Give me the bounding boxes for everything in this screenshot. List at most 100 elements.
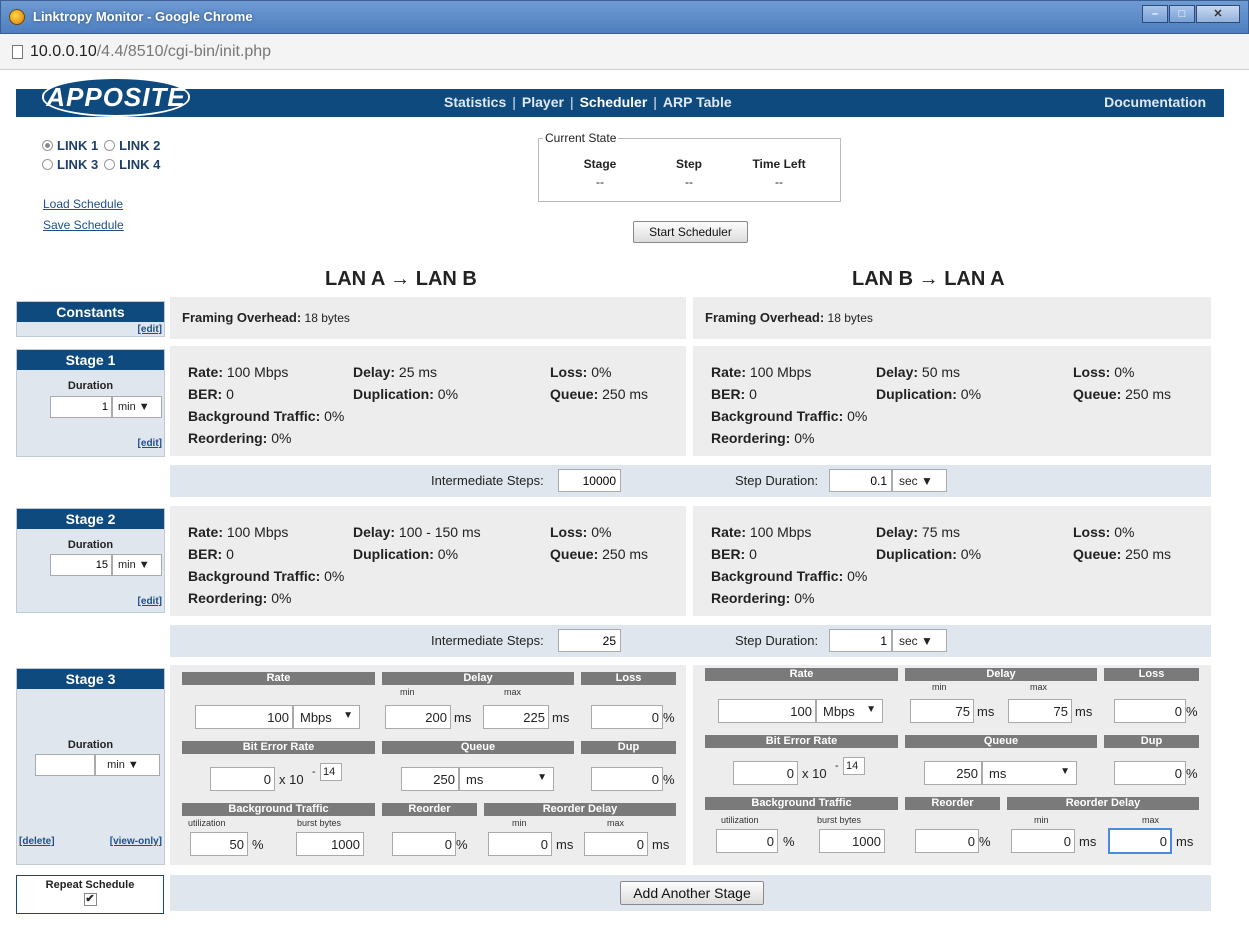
- ba-bg-utilization-input[interactable]: 0: [716, 829, 778, 853]
- stage2-panel-ab: Rate: 100 Mbps Delay: 100 - 150 ms Loss:…: [170, 506, 686, 616]
- ab-dup-input[interactable]: 0: [591, 767, 663, 791]
- constants-sidebar: Constants [edit]: [16, 301, 165, 337]
- stage1-panel-ba: Rate: 100 Mbps Delay: 50 ms Loss: 0% BER…: [693, 346, 1211, 456]
- stage2-title: Stage 2: [17, 509, 164, 529]
- nav-statistics[interactable]: Statistics: [444, 94, 506, 110]
- stage2-edit-link[interactable]: [edit]: [138, 596, 162, 607]
- ab-delay-max-input[interactable]: 225: [483, 705, 549, 729]
- stage1-step-duration-input[interactable]: [829, 469, 892, 492]
- stage1-title: Stage 1: [17, 350, 164, 370]
- ba-queue-input[interactable]: 250: [924, 761, 982, 785]
- load-schedule-link[interactable]: Load Schedule: [43, 197, 124, 218]
- radio-icon: [104, 140, 116, 151]
- stage3-duration: min ▼: [35, 754, 162, 776]
- stage2-steps-input[interactable]: [558, 629, 621, 652]
- ab-rate-input[interactable]: 100: [195, 705, 293, 729]
- ab-bg-burst-input[interactable]: 1000: [296, 832, 364, 856]
- ab-ber-input[interactable]: 0: [210, 767, 275, 791]
- stage2-step-duration-input[interactable]: [829, 629, 892, 652]
- ba-bg-burst-input[interactable]: 1000: [819, 829, 885, 853]
- state-step: Step --: [675, 157, 702, 189]
- stage1-edit-link[interactable]: [edit]: [138, 438, 162, 449]
- direction-heading-ba: LAN B → LAN A: [852, 268, 1005, 290]
- constants-panel-ba: Framing Overhead: 18 bytes: [693, 297, 1211, 339]
- stage3-duration-label: Duration: [67, 739, 114, 751]
- stage2-duration-label: Duration: [67, 539, 114, 551]
- link-3-radio[interactable]: LINK 3: [42, 157, 98, 176]
- ba-reorder-input[interactable]: 0: [915, 829, 979, 853]
- start-scheduler-button[interactable]: Start Scheduler: [633, 221, 748, 243]
- ba-delay-max-input[interactable]: 75: [1008, 699, 1072, 723]
- constants-edit-link[interactable]: [edit]: [138, 324, 162, 335]
- constants-title: Constants: [17, 302, 164, 322]
- nav-arp-table[interactable]: ARP Table: [663, 94, 732, 110]
- ab-delay-min-input[interactable]: 200: [385, 705, 451, 729]
- ab-bg-utilization-input[interactable]: 50: [190, 832, 248, 856]
- stage1-duration-unit-select[interactable]: min ▼: [112, 396, 162, 418]
- window-controls: – □ ✕: [1142, 5, 1240, 23]
- address-bar[interactable]: 10.0.0.10/4.4/8510/cgi-bin/init.php: [0, 34, 1249, 70]
- link-2-radio[interactable]: LINK 2: [104, 138, 160, 157]
- constants-panel-ab: Framing Overhead: 18 bytes: [170, 297, 686, 339]
- stage2-sidebar: Stage 2 Duration min ▼ [edit]: [16, 508, 165, 613]
- stage1-steps-input[interactable]: [558, 469, 621, 492]
- stage3-view-only-link[interactable]: [view-only]: [110, 836, 162, 847]
- link-1-radio[interactable]: LINK 1: [42, 138, 98, 157]
- nav-documentation[interactable]: Documentation: [1104, 94, 1206, 110]
- state-time-left: Time Left --: [752, 157, 806, 189]
- stage2-panel-ba: Rate: 100 Mbps Delay: 75 ms Loss: 0% BER…: [693, 506, 1211, 616]
- ab-reorder-delay-max-input[interactable]: 0: [584, 832, 648, 856]
- main-nav: Statistics | Player | Scheduler | ARP Table: [444, 94, 732, 110]
- stage2-duration-input[interactable]: [50, 554, 112, 576]
- ab-queue-input[interactable]: 250: [401, 767, 459, 791]
- nav-player[interactable]: Player: [522, 94, 564, 110]
- stage3-panel-ab: Rate Delay Loss min max 100 Mbps ▼ 200 ms…: [170, 665, 686, 865]
- ab-ber-exponent-input[interactable]: 14: [320, 763, 342, 781]
- ba-rate-input[interactable]: 100: [718, 699, 816, 723]
- current-state-legend: Current State: [543, 131, 619, 145]
- maximize-icon[interactable]: □: [1169, 5, 1195, 23]
- add-another-stage-button[interactable]: Add Another Stage: [620, 881, 764, 905]
- stage3-panel-ba: Rate Delay Loss min max 100 Mbps ▼ 75 ms …: [693, 665, 1211, 865]
- ba-ber-input[interactable]: 0: [733, 761, 798, 785]
- stage1-duration-label: Duration: [67, 380, 114, 392]
- radio-icon: [104, 159, 116, 170]
- ba-ber-exponent-input[interactable]: 14: [843, 757, 865, 775]
- stage2-duration-unit-select[interactable]: min ▼: [112, 554, 162, 576]
- ab-reorder-delay-min-input[interactable]: 0: [488, 832, 552, 856]
- chrome-app-icon: [9, 9, 25, 25]
- repeat-schedule-label: Repeat Schedule: [45, 879, 135, 891]
- radio-selected-icon: [42, 140, 53, 151]
- link-4-radio[interactable]: LINK 4: [104, 157, 160, 176]
- ba-dup-input[interactable]: 0: [1114, 761, 1186, 785]
- browser-titlebar: Linktropy Monitor - Google Chrome – □ ✕: [0, 0, 1249, 34]
- stage2-step-unit-select[interactable]: sec ▼: [892, 629, 947, 652]
- link-selector: LINK 1 LINK 2 LINK 3 LINK 4: [42, 138, 160, 176]
- stage1-sidebar: Stage 1 Duration min ▼ [edit]: [16, 349, 165, 457]
- repeat-schedule-checkbox[interactable]: ✔: [83, 893, 97, 906]
- ba-delay-min-input[interactable]: 75: [910, 699, 974, 723]
- ba-queue-unit-select[interactable]: ms ▼: [982, 761, 1077, 785]
- save-schedule-link[interactable]: Save Schedule: [43, 218, 124, 239]
- add-stage-bar: Add Another Stage: [170, 875, 1211, 911]
- close-icon[interactable]: ✕: [1196, 5, 1240, 23]
- stage1-duration-input[interactable]: [50, 396, 112, 418]
- url-text[interactable]: 10.0.0.10/4.4/8510/cgi-bin/init.php: [30, 43, 271, 61]
- minimize-icon[interactable]: –: [1142, 5, 1168, 23]
- ab-queue-unit-select[interactable]: ms ▼: [459, 767, 554, 791]
- stage3-delete-link[interactable]: [delete]: [19, 836, 55, 847]
- ab-reorder-input[interactable]: 0: [392, 832, 456, 856]
- nav-scheduler[interactable]: Scheduler: [580, 94, 648, 110]
- stage1-step-unit-select[interactable]: sec ▼: [892, 469, 947, 492]
- ba-reorder-delay-min-input[interactable]: 0: [1011, 829, 1075, 853]
- ba-reorder-delay-max-input[interactable]: 0: [1108, 828, 1172, 854]
- stage3-duration-unit-select[interactable]: min ▼: [95, 754, 160, 776]
- state-stage: Stage --: [583, 157, 617, 189]
- ab-loss-input[interactable]: 0: [591, 705, 663, 729]
- ba-rate-unit-select[interactable]: Mbps ▼: [816, 699, 883, 723]
- apposite-logo: APPOSITE: [42, 77, 190, 117]
- ab-rate-unit-select[interactable]: Mbps ▼: [293, 705, 360, 729]
- ba-loss-input[interactable]: 0: [1114, 699, 1186, 723]
- stage3-duration-input[interactable]: [35, 754, 95, 776]
- stage1-steps-bar: Intermediate Steps: Step Duration: sec ▼: [170, 465, 1211, 497]
